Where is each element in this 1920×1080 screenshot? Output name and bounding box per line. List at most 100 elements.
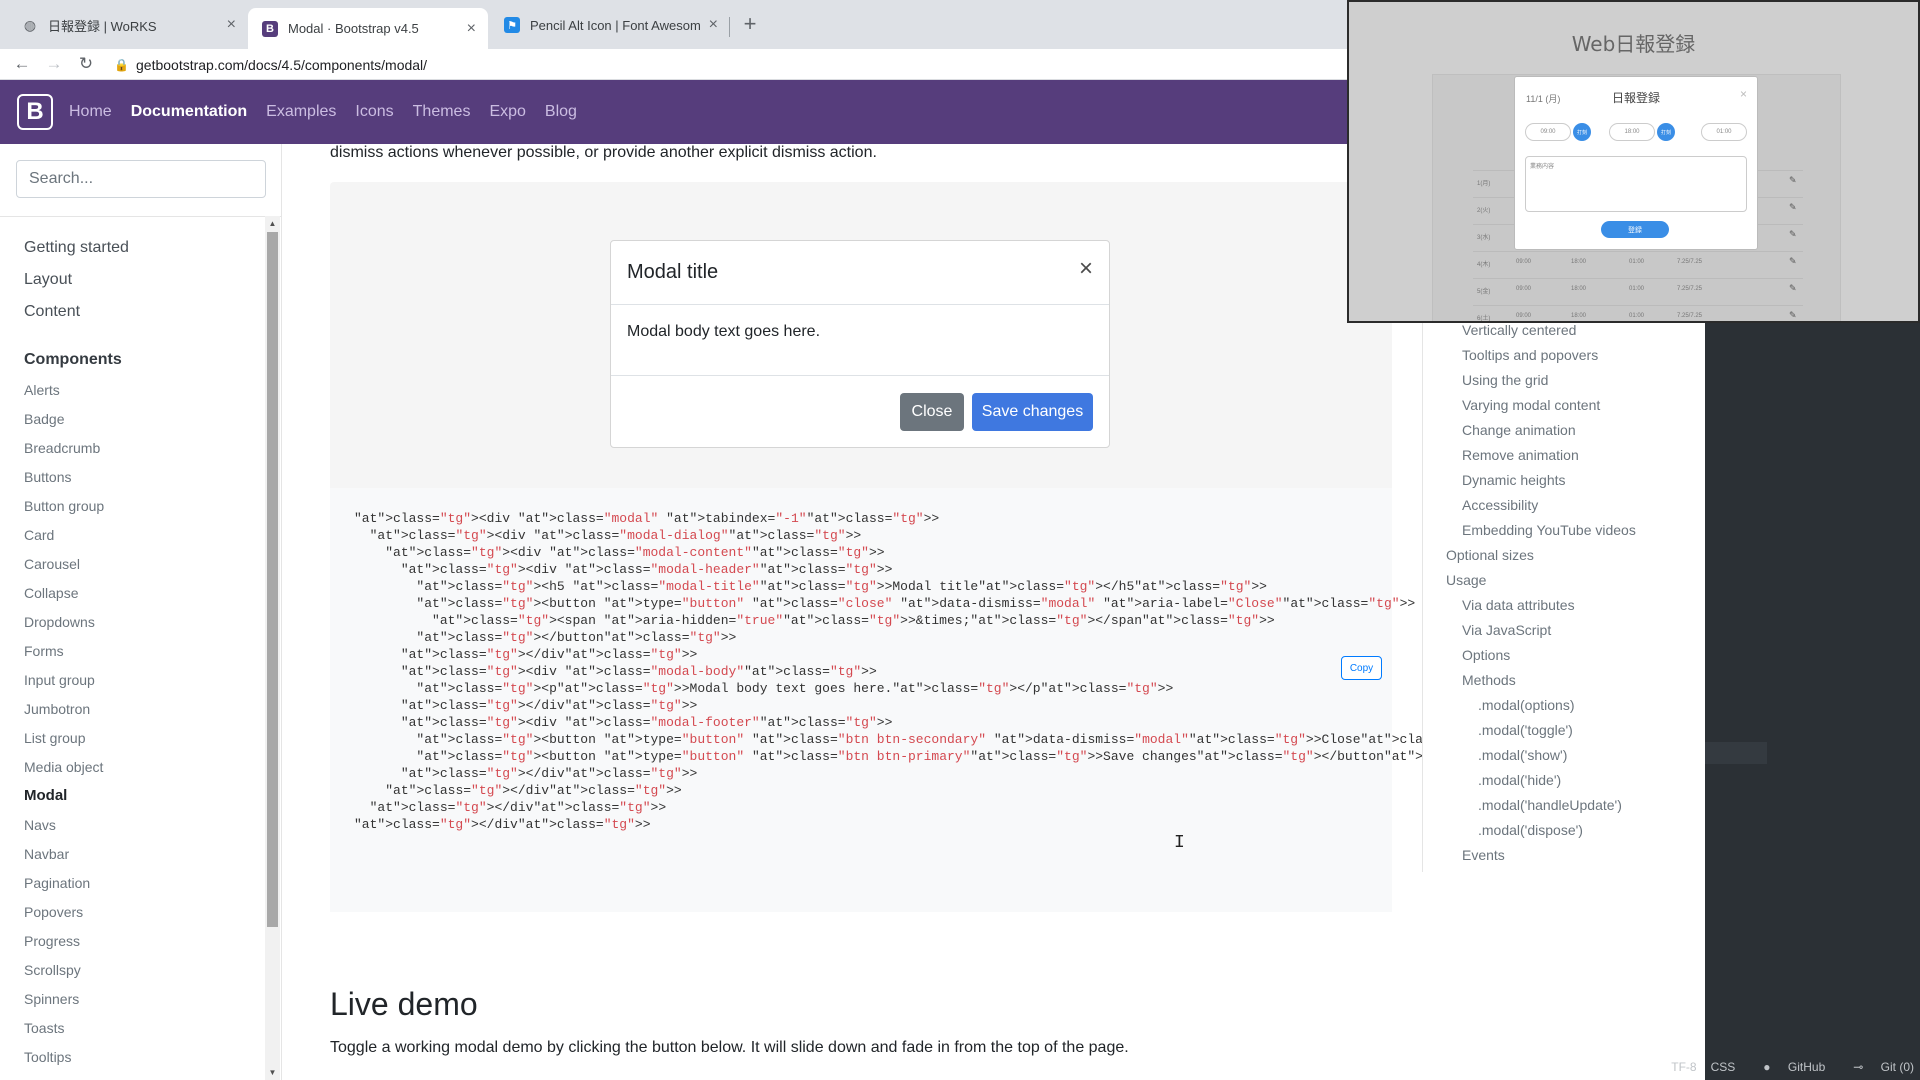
status-language[interactable]: CSS bbox=[1711, 1060, 1736, 1074]
sidebar-item-tooltips[interactable]: Tooltips bbox=[24, 1049, 71, 1065]
toc-item[interactable]: .modal(options) bbox=[1478, 697, 1575, 713]
toc-item[interactable]: Change animation bbox=[1462, 422, 1576, 438]
close-icon[interactable]: × bbox=[1079, 257, 1093, 281]
sidebar-item-input-group[interactable]: Input group bbox=[24, 672, 95, 688]
nav-icons[interactable]: Icons bbox=[355, 103, 393, 121]
sidebar-group-layout[interactable]: Layout bbox=[24, 271, 72, 289]
start-time-field[interactable]: 09:00 bbox=[1525, 123, 1571, 141]
nav-home[interactable]: Home bbox=[69, 103, 112, 121]
sidebar-item-button-group[interactable]: Button group bbox=[24, 498, 104, 514]
sidebar-item-progress[interactable]: Progress bbox=[24, 933, 80, 949]
toc-item[interactable]: Tooltips and popovers bbox=[1462, 347, 1598, 363]
break-time-field[interactable]: 01:00 bbox=[1701, 123, 1747, 141]
sidebar-item-media-object[interactable]: Media object bbox=[24, 759, 103, 775]
stamp-start-button[interactable]: 打刻 bbox=[1573, 123, 1591, 141]
status-git[interactable]: ⊸ Git (0) bbox=[1839, 1060, 1914, 1074]
close-icon[interactable]: × bbox=[709, 16, 718, 34]
sidebar-item-list-group[interactable]: List group bbox=[24, 730, 85, 746]
address-bar[interactable]: 🔒 getbootstrap.com/docs/4.5/components/m… bbox=[114, 52, 1344, 77]
scroll-down-icon[interactable]: ▼ bbox=[268, 1068, 277, 1077]
tab-works[interactable]: ◍ 日報登録 | WoRKS × bbox=[8, 8, 248, 42]
new-tab-button[interactable]: + bbox=[738, 13, 762, 37]
toc-item[interactable]: Vertically centered bbox=[1462, 322, 1576, 338]
scrollbar-thumb[interactable] bbox=[267, 232, 278, 927]
nav-blog[interactable]: Blog bbox=[545, 103, 577, 121]
close-icon[interactable]: × bbox=[1740, 87, 1747, 101]
sidebar-item-navs[interactable]: Navs bbox=[24, 817, 56, 833]
nav-themes[interactable]: Themes bbox=[413, 103, 471, 121]
sidebar-item-alerts[interactable]: Alerts bbox=[24, 382, 60, 398]
reload-icon[interactable]: ↻ bbox=[75, 53, 97, 75]
pencil-icon[interactable]: ✎ bbox=[1789, 202, 1797, 213]
toc-item[interactable]: Varying modal content bbox=[1462, 397, 1600, 413]
toc-item[interactable]: .modal('handleUpdate') bbox=[1478, 797, 1622, 813]
sidebar-item-spinners[interactable]: Spinners bbox=[24, 991, 79, 1007]
toc-item[interactable]: Embedding YouTube videos bbox=[1462, 522, 1636, 538]
sidebar-item-modal[interactable]: Modal bbox=[24, 787, 67, 804]
text-cursor-icon: I bbox=[1174, 833, 1185, 853]
forward-arrow-icon[interactable]: → bbox=[43, 53, 65, 75]
modal-example-preview: Modal title × Modal body text goes here.… bbox=[330, 182, 1392, 488]
toc-item[interactable]: .modal('show') bbox=[1478, 747, 1567, 763]
register-button[interactable]: 登録 bbox=[1601, 221, 1669, 238]
pencil-icon[interactable]: ✎ bbox=[1789, 283, 1797, 294]
sidebar-item-badge[interactable]: Badge bbox=[24, 411, 64, 427]
work-content-textarea[interactable]: 業務内容 bbox=[1525, 156, 1747, 212]
toc-item[interactable]: .modal('hide') bbox=[1478, 772, 1561, 788]
copy-button[interactable]: Copy bbox=[1341, 656, 1382, 680]
sidebar-item-popovers[interactable]: Popovers bbox=[24, 904, 83, 920]
sidebar-group-getting-started[interactable]: Getting started bbox=[24, 239, 129, 257]
sidebar-item-forms[interactable]: Forms bbox=[24, 643, 64, 659]
toc-item[interactable]: Optional sizes bbox=[1446, 547, 1534, 563]
toc-item[interactable]: Usage bbox=[1446, 572, 1486, 588]
sidebar-item-breadcrumb[interactable]: Breadcrumb bbox=[24, 440, 100, 456]
sidebar-item-pagination[interactable]: Pagination bbox=[24, 875, 90, 891]
sidebar-item-buttons[interactable]: Buttons bbox=[24, 469, 71, 485]
pencil-icon[interactable]: ✎ bbox=[1789, 310, 1797, 321]
code-line: "at">class="tg"></div"at">class="tg">> bbox=[369, 800, 667, 815]
toc-item[interactable]: Methods bbox=[1462, 672, 1516, 688]
scroll-up-icon[interactable]: ▲ bbox=[268, 219, 277, 228]
toc-item[interactable]: Via JavaScript bbox=[1462, 622, 1551, 638]
sidebar-item-card[interactable]: Card bbox=[24, 527, 54, 543]
pencil-icon[interactable]: ✎ bbox=[1789, 229, 1797, 240]
close-icon[interactable]: × bbox=[227, 16, 236, 34]
sidebar-scrollbar[interactable]: ▲ ▼ bbox=[265, 216, 280, 1080]
toc-item[interactable]: Accessibility bbox=[1462, 497, 1538, 513]
pencil-icon[interactable]: ✎ bbox=[1789, 175, 1797, 186]
tab-bootstrap-modal[interactable]: B Modal · Bootstrap v4.5 × bbox=[248, 8, 488, 49]
bootstrap-logo[interactable]: B bbox=[17, 94, 53, 130]
search-input[interactable]: Search... bbox=[16, 160, 266, 198]
sidebar-item-scrollspy[interactable]: Scrollspy bbox=[24, 962, 81, 978]
sidebar-group-content[interactable]: Content bbox=[24, 303, 80, 321]
toc-item[interactable]: Options bbox=[1462, 647, 1510, 663]
sidebar-item-navbar[interactable]: Navbar bbox=[24, 846, 69, 862]
sidebar-item-toasts[interactable]: Toasts bbox=[24, 1020, 64, 1036]
toc-item[interactable]: Using the grid bbox=[1462, 372, 1548, 388]
sidebar-item-jumbotron[interactable]: Jumbotron bbox=[24, 701, 90, 717]
nav-examples[interactable]: Examples bbox=[266, 103, 336, 121]
nav-expo[interactable]: Expo bbox=[489, 103, 525, 121]
tab-font-awesome[interactable]: ⚑ Pencil Alt Icon | Font Awesome × bbox=[490, 8, 730, 42]
stamp-end-button[interactable]: 打刻 bbox=[1657, 123, 1675, 141]
sidebar-item-carousel[interactable]: Carousel bbox=[24, 556, 80, 572]
sidebar-item-collapse[interactable]: Collapse bbox=[24, 585, 78, 601]
toc-item[interactable]: Via data attributes bbox=[1462, 597, 1575, 613]
toc-item[interactable]: .modal('dispose') bbox=[1478, 822, 1583, 838]
sidebar-group-components[interactable]: Components bbox=[24, 351, 122, 369]
status-encoding[interactable]: TF-8 bbox=[1671, 1060, 1696, 1074]
toc-item[interactable]: Remove animation bbox=[1462, 447, 1579, 463]
status-github[interactable]: ● GitHub bbox=[1749, 1060, 1825, 1074]
close-button[interactable]: Close bbox=[900, 393, 964, 431]
pencil-icon[interactable]: ✎ bbox=[1789, 256, 1797, 267]
toc-item[interactable]: Events bbox=[1462, 847, 1505, 863]
nav-documentation[interactable]: Documentation bbox=[131, 103, 247, 121]
back-arrow-icon[interactable]: ← bbox=[11, 53, 33, 75]
live-demo-heading: Live demo bbox=[330, 986, 478, 1022]
close-icon[interactable]: × bbox=[467, 20, 476, 38]
sidebar-item-dropdowns[interactable]: Dropdowns bbox=[24, 614, 95, 630]
end-time-field[interactable]: 18:00 bbox=[1609, 123, 1655, 141]
toc-item[interactable]: .modal('toggle') bbox=[1478, 722, 1573, 738]
save-changes-button[interactable]: Save changes bbox=[972, 393, 1093, 431]
toc-item[interactable]: Dynamic heights bbox=[1462, 472, 1566, 488]
